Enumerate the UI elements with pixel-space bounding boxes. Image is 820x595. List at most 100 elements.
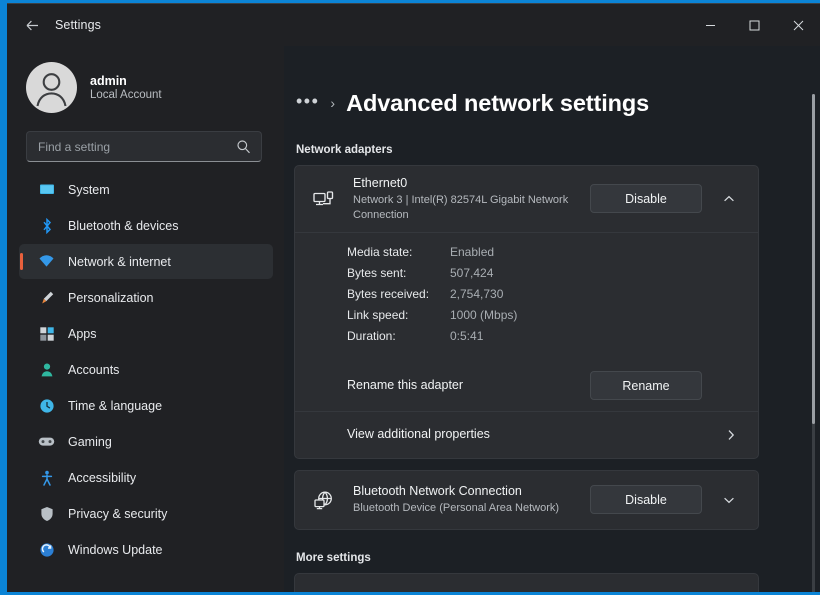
detail-row: Bytes received: 2,754,730	[347, 287, 742, 301]
apps-grid-icon	[38, 325, 55, 342]
detail-value: 2,754,730	[450, 287, 503, 301]
sidebar-item-system[interactable]: System	[19, 172, 273, 207]
chevron-right-icon	[718, 587, 744, 592]
detail-key: Bytes sent:	[347, 266, 450, 280]
data-usage-label: Data usage	[309, 591, 718, 592]
detail-row: Media state: Enabled	[347, 245, 742, 259]
account-subtitle: Local Account	[90, 89, 162, 101]
sidebar-item-label: Personalization	[68, 291, 153, 305]
account-block[interactable]: admin Local Account	[19, 46, 273, 120]
chevron-right-icon: ›	[330, 95, 335, 113]
rename-text: Rename this adapter	[309, 377, 576, 394]
account-name: admin	[90, 74, 162, 88]
sidebar-item-privacy-security[interactable]: Privacy & security	[19, 496, 273, 531]
detail-key: Bytes received:	[347, 287, 450, 301]
search-input[interactable]	[38, 140, 236, 154]
adapter-details-ethernet0: Media state: Enabled Bytes sent: 507,424…	[295, 232, 758, 361]
chevron-right-icon	[718, 422, 744, 448]
monitor-icon	[38, 181, 55, 198]
window-title: Settings	[55, 18, 101, 32]
breadcrumb-overflow-button[interactable]: •••	[296, 92, 319, 115]
adapter-description: Bluetooth Device (Personal Area Network)	[353, 501, 576, 516]
disable-button-bluetooth[interactable]: Disable	[590, 485, 702, 514]
adapter-name: Ethernet0	[353, 175, 576, 192]
sidebar-item-network-internet[interactable]: Network & internet	[19, 244, 273, 279]
sidebar-item-label: Accessibility	[68, 471, 136, 485]
sidebar-item-personalization[interactable]: Personalization	[19, 280, 273, 315]
title-bar: Settings	[7, 4, 820, 46]
detail-row: Bytes sent: 507,424	[347, 266, 742, 280]
content-scrollbar[interactable]	[812, 94, 815, 592]
search-icon	[236, 139, 251, 154]
rename-label: Rename this adapter	[309, 377, 576, 394]
sidebar-item-label: System	[68, 183, 110, 197]
detail-value: 0:5:41	[450, 329, 483, 343]
sidebar-item-label: Gaming	[68, 435, 112, 449]
content-pane: ••• › Advanced network settings Network …	[284, 46, 820, 592]
minimize-button[interactable]	[688, 4, 732, 46]
rename-adapter-row: Rename this adapter Rename	[295, 361, 758, 411]
clock-icon	[38, 397, 55, 414]
sidebar-nav: System Bluetooth & devices Network & int…	[19, 172, 273, 567]
sidebar-item-label: Windows Update	[68, 543, 163, 557]
window-controls	[688, 4, 820, 46]
back-arrow-icon	[24, 17, 41, 34]
gamepad-icon	[38, 433, 55, 450]
sidebar-item-label: Time & language	[68, 399, 162, 413]
adapter-description: Network 3 | Intel(R) 82574L Gigabit Netw…	[353, 193, 576, 223]
avatar	[26, 62, 77, 113]
sidebar-item-accessibility[interactable]: Accessibility	[19, 460, 273, 495]
wifi-icon	[38, 253, 55, 270]
sidebar-item-label: Accounts	[68, 363, 119, 377]
detail-row: Link speed: 1000 (Mbps)	[347, 308, 742, 322]
sidebar-item-apps[interactable]: Apps	[19, 316, 273, 351]
accessibility-icon	[38, 469, 55, 486]
sidebar-item-accounts[interactable]: Accounts	[19, 352, 273, 387]
settings-window: Settings	[7, 3, 820, 592]
back-button[interactable]	[15, 10, 49, 40]
account-text: admin Local Account	[90, 74, 162, 101]
rename-button[interactable]: Rename	[590, 371, 702, 400]
view-properties-label: View additional properties	[309, 426, 718, 443]
adapter-header-row[interactable]: Bluetooth Network Connection Bluetooth D…	[295, 471, 758, 529]
detail-row: Duration: 0:5:41	[347, 329, 742, 343]
adapter-card-ethernet0: Ethernet0 Network 3 | Intel(R) 82574L Gi…	[294, 165, 759, 459]
content-inner: ••• › Advanced network settings Network …	[284, 46, 820, 592]
sidebar-item-label: Bluetooth & devices	[68, 219, 179, 233]
sidebar-item-windows-update[interactable]: Windows Update	[19, 532, 273, 567]
scrollbar-thumb[interactable]	[812, 94, 815, 424]
adapter-card-bluetooth: Bluetooth Network Connection Bluetooth D…	[294, 470, 759, 530]
detail-value: Enabled	[450, 245, 494, 259]
detail-value: 507,424	[450, 266, 493, 280]
adapter-text: Ethernet0 Network 3 | Intel(R) 82574L Gi…	[353, 175, 576, 223]
update-refresh-icon	[38, 541, 55, 558]
sidebar-item-label: Network & internet	[68, 255, 171, 269]
more-settings-card: Data usage	[294, 573, 759, 592]
adapter-header-row[interactable]: Ethernet0 Network 3 | Intel(R) 82574L Gi…	[295, 166, 758, 232]
screen: Settings	[0, 0, 820, 595]
breadcrumb: ••• › Advanced network settings	[294, 90, 798, 117]
disable-button-ethernet0[interactable]: Disable	[590, 184, 702, 213]
shield-icon	[38, 505, 55, 522]
sidebar-item-time-language[interactable]: Time & language	[19, 388, 273, 423]
sidebar-item-gaming[interactable]: Gaming	[19, 424, 273, 459]
bluetooth-network-globe-icon	[309, 485, 339, 515]
sidebar-item-label: Apps	[68, 327, 97, 341]
view-additional-properties-row[interactable]: View additional properties	[295, 411, 758, 458]
section-heading-network-adapters: Network adapters	[296, 144, 798, 156]
chevron-up-icon[interactable]	[716, 186, 742, 212]
window-body: admin Local Account	[7, 46, 820, 592]
detail-key: Duration:	[347, 329, 450, 343]
person-icon	[38, 361, 55, 378]
search-box[interactable]	[26, 131, 262, 162]
sidebar-item-bluetooth-devices[interactable]: Bluetooth & devices	[19, 208, 273, 243]
maximize-button[interactable]	[732, 4, 776, 46]
detail-key: Link speed:	[347, 308, 450, 322]
ethernet-adapter-icon	[309, 184, 339, 214]
detail-key: Media state:	[347, 245, 450, 259]
adapter-name: Bluetooth Network Connection	[353, 483, 576, 500]
data-usage-row[interactable]: Data usage	[295, 574, 758, 592]
paintbrush-icon	[38, 289, 55, 306]
close-button[interactable]	[776, 4, 820, 46]
chevron-down-icon[interactable]	[716, 487, 742, 513]
